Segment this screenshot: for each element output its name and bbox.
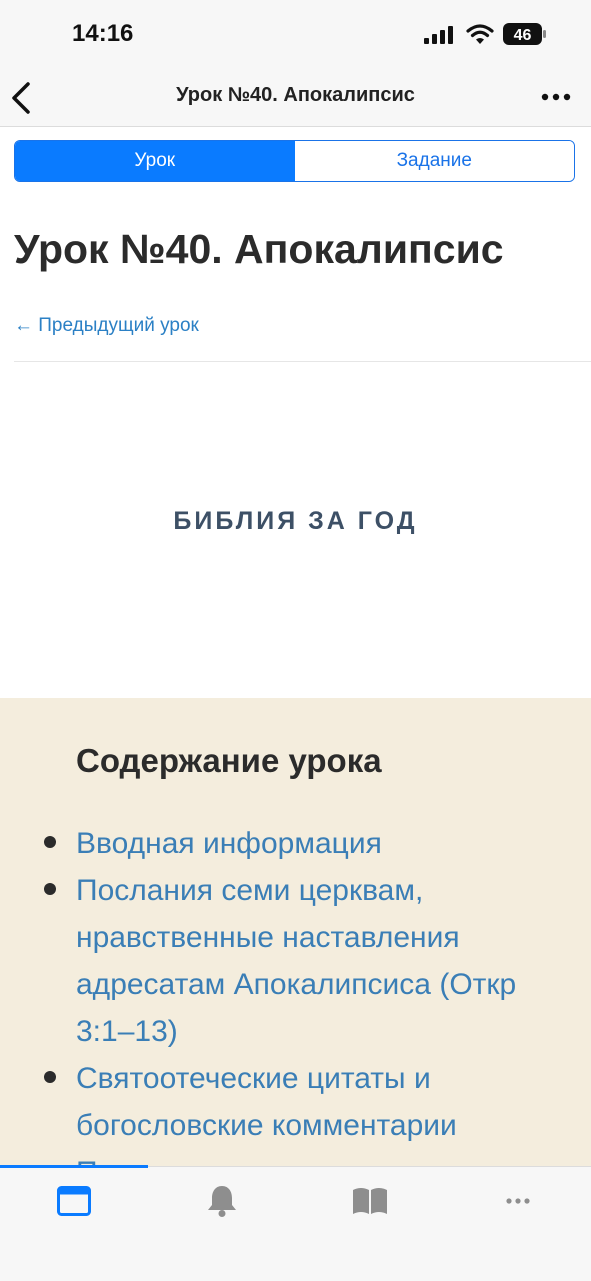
active-tab-indicator <box>0 1165 148 1168</box>
segment-lesson[interactable]: Урок <box>15 141 295 181</box>
back-chevron-icon[interactable] <box>8 80 36 116</box>
contents-item[interactable]: Святоотеческие цитаты и богословские ком… <box>0 1055 591 1149</box>
contents-list: Вводная информация Послания семи церквам… <box>0 820 591 1168</box>
contents-item[interactable]: Вводная информация <box>0 820 591 867</box>
page-title: Урок №40. Апокалипсис <box>14 226 504 272</box>
tab-more[interactable] <box>444 1181 591 1221</box>
tab-bar <box>0 1165 591 1281</box>
bell-icon <box>208 1186 236 1217</box>
battery-level: 46 <box>514 27 532 44</box>
tab-notifications[interactable] <box>148 1181 296 1221</box>
contents-item[interactable]: Послания семи церквам, нравственные наст… <box>0 867 591 1055</box>
cellular-signal-icon <box>424 26 453 44</box>
more-icon <box>506 1198 530 1204</box>
status-time: 14:16 <box>72 20 134 47</box>
tab-library[interactable] <box>296 1181 444 1221</box>
lesson-contents: Содержание урока Вводная информация Посл… <box>0 698 591 1168</box>
battery-icon: 46 <box>503 23 546 45</box>
segment-task[interactable]: Задание <box>294 141 574 181</box>
wifi-icon <box>466 24 494 44</box>
banner-text: БИБЛИЯ ЗА ГОД <box>173 507 418 535</box>
lesson-icon <box>57 1186 91 1216</box>
book-icon <box>353 1188 387 1214</box>
segmented-control: Урок Задание <box>14 140 575 182</box>
previous-lesson-link[interactable]: ← Предыдущий урок <box>14 315 199 337</box>
more-options-icon[interactable] <box>539 84 573 110</box>
contents-heading: Содержание урока <box>76 742 382 779</box>
nav-bar: Урок №40. Апокалипсис <box>0 70 591 127</box>
tab-lesson[interactable] <box>0 1181 148 1221</box>
nav-title: Урок №40. Апокалипсис <box>176 84 415 106</box>
status-bar: 14:16 46 <box>0 0 591 70</box>
divider <box>14 361 591 362</box>
